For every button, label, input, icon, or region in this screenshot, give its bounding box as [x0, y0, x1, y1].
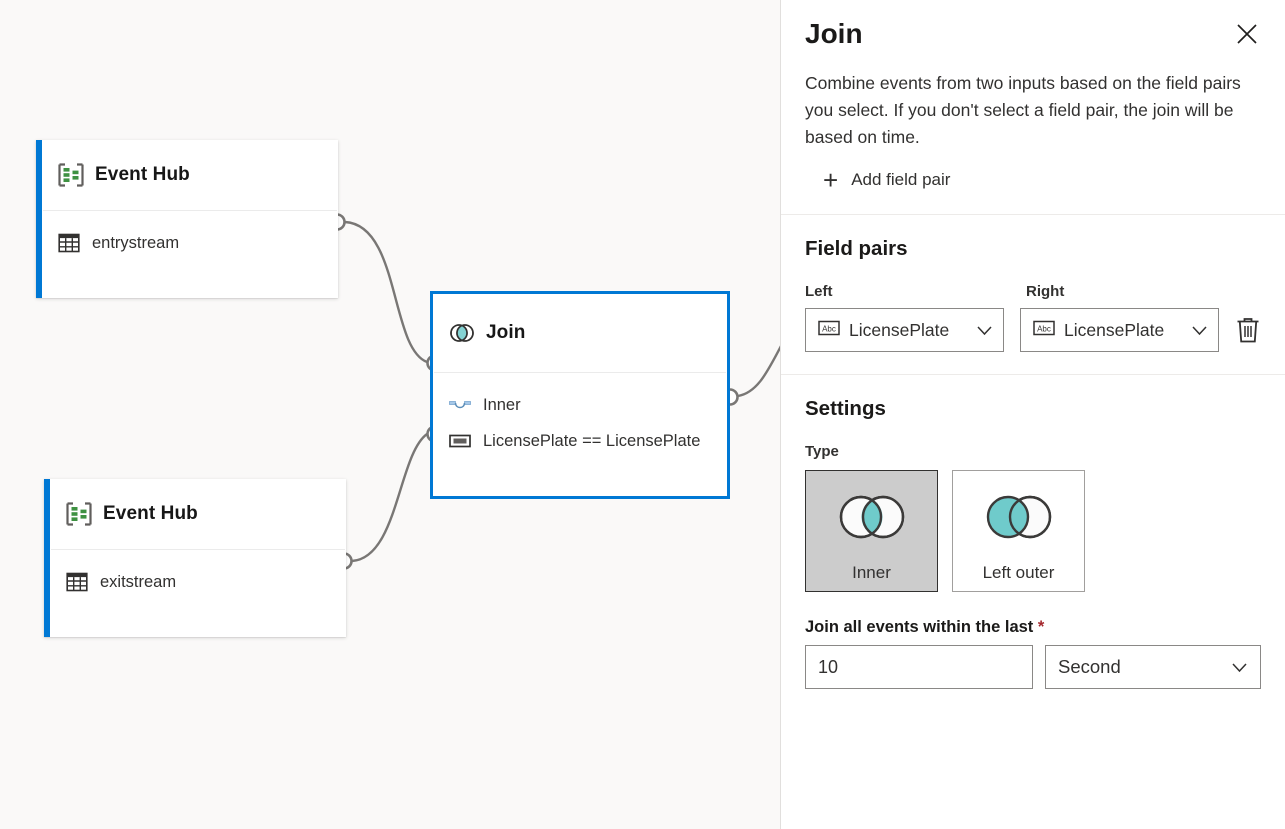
close-glyph: [1236, 23, 1258, 45]
node-body: exitstream: [50, 550, 346, 600]
settings-title: Settings: [805, 375, 1261, 421]
node-join-type-label: Inner: [483, 396, 521, 415]
left-field-value: LicensePlate: [849, 320, 967, 341]
field-pairs-section: Field pairs Left Right Abc LicensePlate: [781, 215, 1285, 352]
node-body: Inner LicensePlate == LicensePlate: [433, 373, 727, 459]
left-column-label: Left: [805, 283, 1010, 300]
node-join[interactable]: Join Inner: [430, 291, 730, 499]
table-icon: [66, 571, 88, 593]
join-editor-screen: Event Hub entrystream: [0, 0, 1285, 829]
join-type-option-label: Left outer: [983, 563, 1055, 583]
right-column-label: Right: [1026, 283, 1231, 300]
node-header: Event Hub: [42, 140, 338, 210]
node-title: Event Hub: [95, 164, 190, 186]
node-join-type-row: Inner: [449, 387, 711, 423]
field-pairs-column-labels: Left Right: [805, 261, 1261, 308]
join-window-value-input[interactable]: [805, 645, 1033, 689]
node-title: Event Hub: [103, 503, 198, 525]
join-window-unit-value: Second: [1058, 656, 1231, 678]
node-field-pair-label: LicensePlate == LicensePlate: [483, 432, 700, 451]
left-field-dropdown[interactable]: Abc LicensePlate: [805, 308, 1004, 352]
node-body: entrystream: [42, 211, 338, 261]
svg-text:Abc: Abc: [822, 324, 836, 333]
event-hub-icon: [58, 163, 84, 187]
table-icon: [58, 232, 80, 254]
field-pair-icon: [449, 434, 471, 448]
event-hub-icon: [66, 502, 92, 526]
settings-section: Settings Type Inner: [781, 375, 1285, 689]
pipeline-canvas[interactable]: Event Hub entrystream: [0, 0, 780, 829]
field-pairs-title: Field pairs: [805, 215, 1261, 261]
node-stream-name: entrystream: [92, 234, 179, 253]
join-type-option-left-outer[interactable]: Left outer: [952, 470, 1085, 592]
add-field-pair-button[interactable]: + Add field pair: [823, 167, 950, 193]
type-label: Type: [805, 443, 1261, 460]
node-header: Event Hub: [50, 479, 346, 549]
add-field-pair-label: Add field pair: [851, 170, 950, 190]
svg-text:Abc: Abc: [1037, 324, 1051, 333]
venn-left-outer-icon: [978, 493, 1060, 541]
node-header: Join: [433, 294, 727, 372]
chevron-down-icon: [1231, 659, 1248, 676]
node-stream-row: exitstream: [66, 564, 330, 600]
chevron-down-icon: [1191, 322, 1208, 339]
join-window-unit-dropdown[interactable]: Second: [1045, 645, 1261, 689]
join-venn-icon: [449, 323, 475, 343]
join-window-label-text: Join all events within the last: [805, 618, 1033, 636]
panel-description: Combine events from two inputs based on …: [805, 70, 1255, 151]
panel-header: Join Combine events from two inputs base…: [781, 0, 1285, 194]
required-marker: *: [1038, 618, 1044, 636]
join-properties-panel: Join Combine events from two inputs base…: [780, 0, 1285, 829]
abc-string-icon: Abc: [818, 320, 840, 341]
node-event-hub-exitstream[interactable]: Event Hub exitstream: [44, 479, 346, 637]
join-type-option-inner[interactable]: Inner: [805, 470, 938, 592]
join-window-label: Join all events within the last *: [805, 618, 1261, 637]
right-field-dropdown[interactable]: Abc LicensePlate: [1020, 308, 1219, 352]
node-field-pair-row: LicensePlate == LicensePlate: [449, 423, 711, 459]
venn-inner-icon: [831, 493, 913, 541]
plus-icon: +: [823, 167, 838, 193]
chevron-down-icon: [976, 322, 993, 339]
trash-icon[interactable]: [1235, 316, 1261, 344]
node-event-hub-entrystream[interactable]: Event Hub entrystream: [36, 140, 338, 298]
panel-title: Join: [805, 0, 1261, 50]
join-type-icon: [449, 398, 471, 412]
join-type-option-label: Inner: [852, 563, 891, 583]
join-window-controls: Second: [805, 645, 1261, 689]
right-field-value: LicensePlate: [1064, 320, 1182, 341]
node-title: Join: [486, 322, 525, 344]
node-stream-name: exitstream: [100, 573, 176, 592]
node-stream-row: entrystream: [58, 225, 322, 261]
abc-string-icon: Abc: [1033, 320, 1055, 341]
field-pair-row: Abc LicensePlate Abc Licen: [805, 308, 1261, 352]
join-type-options: Inner Left outer: [805, 470, 1261, 592]
close-icon[interactable]: [1225, 12, 1269, 56]
